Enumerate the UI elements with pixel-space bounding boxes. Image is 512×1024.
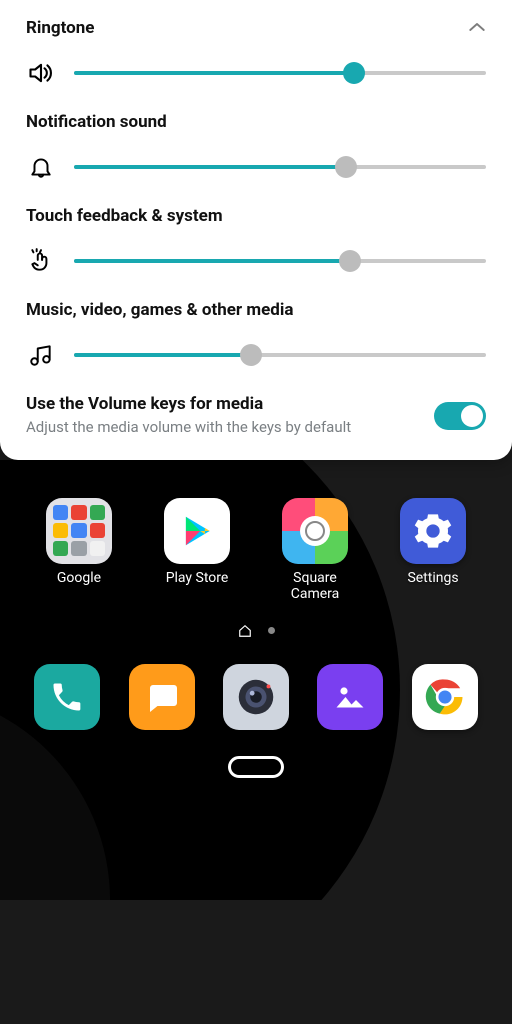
app-square-camera[interactable]: Square Camera — [265, 498, 365, 602]
settings-icon — [400, 498, 466, 564]
media-label: Music, video, games & other media — [26, 300, 293, 320]
nav-home-pill[interactable] — [228, 756, 284, 778]
dock-phone[interactable] — [34, 664, 100, 730]
dock-chrome[interactable] — [412, 664, 478, 730]
touch-feedback-slider[interactable] — [74, 249, 486, 273]
ringtone-label: Ringtone — [26, 18, 94, 38]
volume-keys-toggle-title: Use the Volume keys for media — [26, 394, 351, 414]
touch-feedback-label: Touch feedback & system — [26, 206, 223, 226]
notification-label: Notification sound — [26, 112, 167, 132]
volume-keys-toggle[interactable] — [434, 402, 486, 430]
media-section: Music, video, games & other media — [26, 300, 486, 370]
volume-settings-panel: Ringtone Notification sound — [0, 0, 512, 460]
ringtone-slider[interactable] — [74, 61, 486, 85]
speaker-icon — [26, 58, 56, 88]
page-dot — [268, 627, 275, 634]
app-label: Settings — [407, 570, 458, 586]
notification-slider[interactable] — [74, 155, 486, 179]
volume-keys-toggle-desc: Adjust the media volume with the keys by… — [26, 418, 351, 438]
volume-keys-toggle-row: Use the Volume keys for media Adjust the… — [26, 394, 486, 438]
square-camera-icon — [282, 498, 348, 564]
app-row: Google Play Store Square Camera — [0, 498, 512, 602]
dock — [0, 664, 512, 730]
app-label: Square Camera — [291, 570, 340, 602]
touch-icon — [26, 246, 56, 276]
app-label: Play Store — [166, 570, 229, 586]
dock-camera[interactable] — [223, 664, 289, 730]
music-icon — [26, 340, 56, 370]
notification-section: Notification sound — [26, 112, 486, 182]
app-settings[interactable]: Settings — [383, 498, 483, 602]
dock-messages[interactable] — [129, 664, 195, 730]
app-label: Google — [57, 570, 101, 586]
collapse-chevron-icon[interactable] — [468, 18, 486, 38]
app-google-folder[interactable]: Google — [29, 498, 129, 602]
touch-feedback-section: Touch feedback & system — [26, 206, 486, 276]
bell-icon — [26, 152, 56, 182]
home-indicator-icon — [238, 624, 252, 638]
play-store-icon — [164, 498, 230, 564]
navigation-bar — [0, 756, 512, 778]
dock-gallery[interactable] — [317, 664, 383, 730]
ringtone-section: Ringtone — [26, 18, 486, 88]
page-indicator[interactable] — [0, 624, 512, 638]
app-play-store[interactable]: Play Store — [147, 498, 247, 602]
media-slider[interactable] — [74, 343, 486, 367]
home-screen: Google Play Store Square Camera — [0, 460, 512, 900]
google-folder-icon — [46, 498, 112, 564]
